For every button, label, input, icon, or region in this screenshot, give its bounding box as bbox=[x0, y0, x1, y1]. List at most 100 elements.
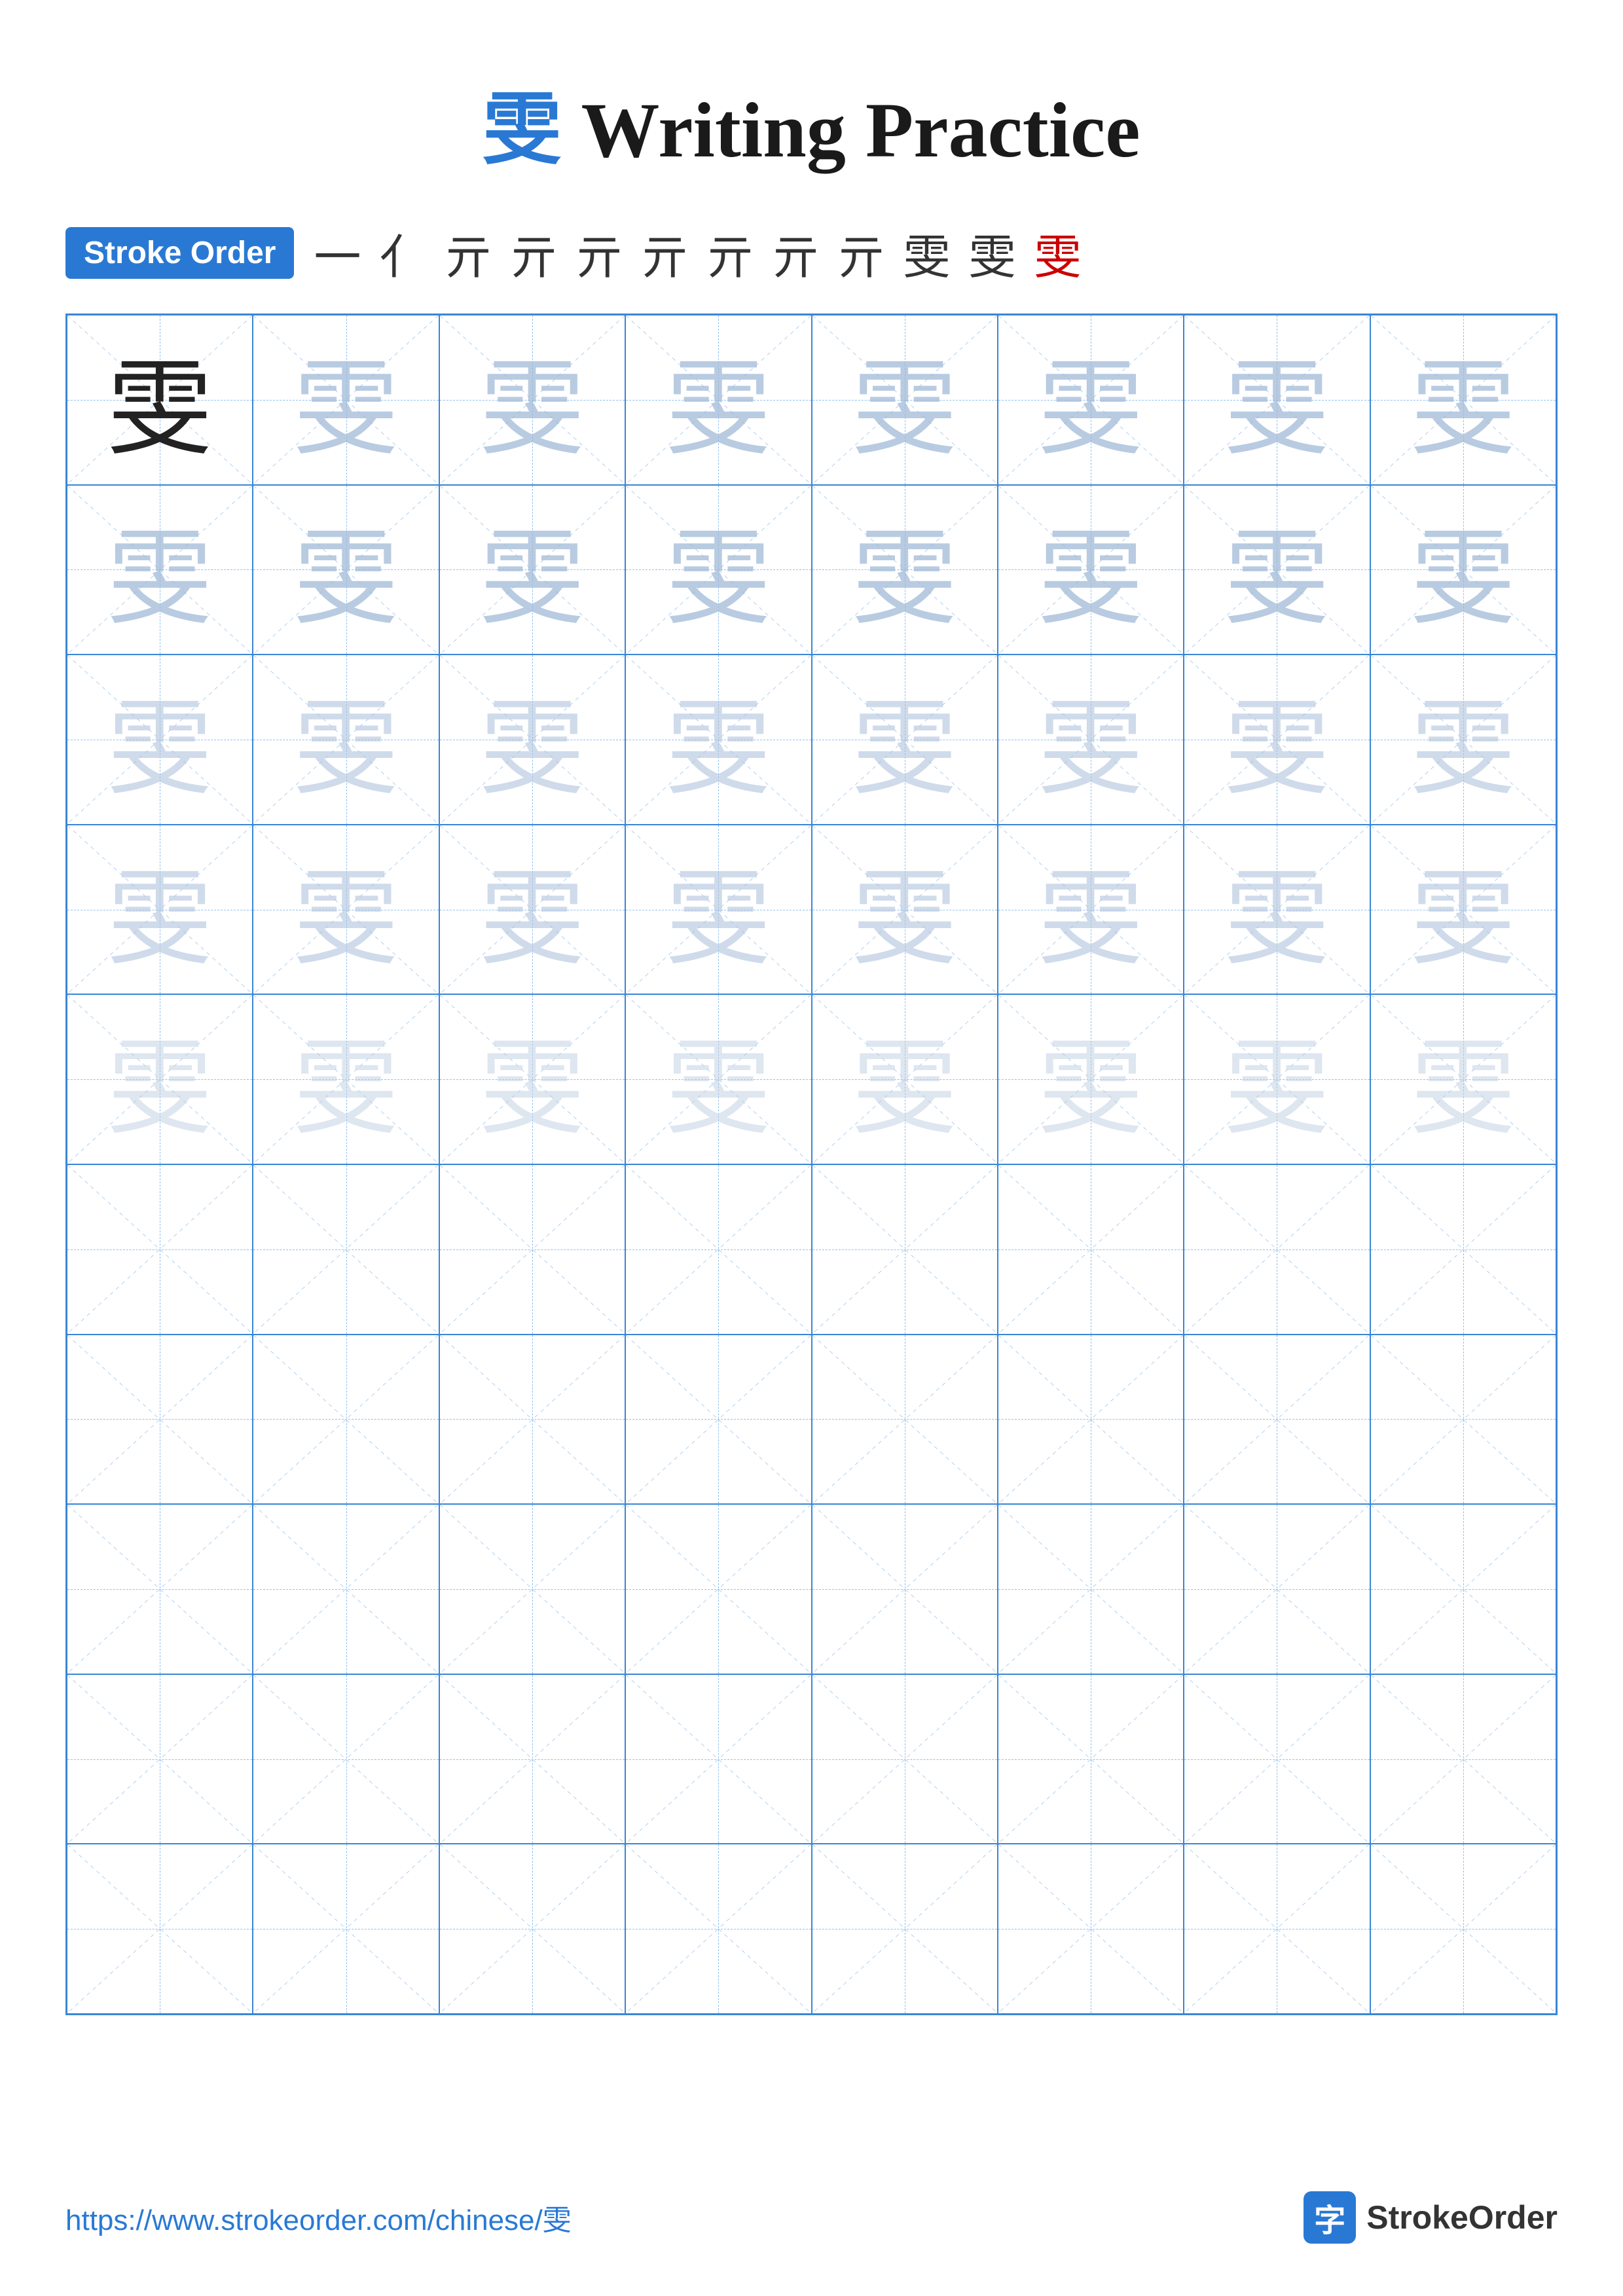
grid-cell[interactable] bbox=[1370, 1504, 1556, 1674]
grid-cell[interactable]: 雯 bbox=[439, 994, 625, 1164]
grid-cell[interactable] bbox=[625, 1674, 811, 1844]
grid-cell[interactable]: 雯 bbox=[439, 655, 625, 825]
grid-cell[interactable] bbox=[67, 1164, 253, 1335]
grid-cell[interactable] bbox=[1184, 1674, 1370, 1844]
grid-cell[interactable] bbox=[253, 1335, 439, 1505]
grid-cell[interactable]: 雯 bbox=[998, 994, 1184, 1164]
guide-vertical bbox=[532, 1675, 533, 1844]
practice-character: 雯 bbox=[480, 493, 585, 645]
practice-character: 雯 bbox=[666, 834, 771, 986]
grid-cell[interactable] bbox=[812, 1674, 998, 1844]
grid-cell[interactable] bbox=[1370, 1164, 1556, 1335]
grid-cell[interactable] bbox=[625, 1844, 811, 2014]
practice-character: 雯 bbox=[1224, 834, 1329, 986]
grid-cell[interactable] bbox=[67, 1674, 253, 1844]
grid-cell[interactable]: 雯 bbox=[253, 825, 439, 995]
grid-cell[interactable]: 雯 bbox=[1370, 485, 1556, 655]
grid-cell[interactable]: 雯 bbox=[998, 825, 1184, 995]
grid-cell[interactable]: 雯 bbox=[1370, 994, 1556, 1164]
grid-cell[interactable] bbox=[625, 1164, 811, 1335]
title-text: Writing Practice bbox=[561, 86, 1140, 173]
grid-cell[interactable] bbox=[998, 1335, 1184, 1505]
grid-cell[interactable] bbox=[1370, 1335, 1556, 1505]
grid-cell[interactable] bbox=[1370, 1674, 1556, 1844]
grid-cell[interactable] bbox=[998, 1504, 1184, 1674]
grid-cell[interactable]: 雯 bbox=[253, 655, 439, 825]
practice-character: 雯 bbox=[107, 324, 212, 476]
grid-cell[interactable]: 雯 bbox=[1370, 315, 1556, 485]
practice-character: 雯 bbox=[1038, 324, 1143, 476]
grid-cell[interactable]: 雯 bbox=[67, 315, 253, 485]
grid-cell[interactable]: 雯 bbox=[67, 485, 253, 655]
grid-cell[interactable] bbox=[812, 1844, 998, 2014]
grid-cell[interactable]: 雯 bbox=[1184, 485, 1370, 655]
grid-cell[interactable]: 雯 bbox=[1184, 315, 1370, 485]
grid-cell[interactable] bbox=[439, 1504, 625, 1674]
stroke-9: 亓 bbox=[838, 219, 892, 287]
grid-cell[interactable]: 雯 bbox=[1370, 825, 1556, 995]
grid-cell[interactable]: 雯 bbox=[812, 315, 998, 485]
grid-cell[interactable]: 雯 bbox=[1370, 655, 1556, 825]
grid-cell[interactable]: 雯 bbox=[439, 825, 625, 995]
guide-vertical bbox=[532, 1844, 533, 2013]
grid-cell[interactable] bbox=[439, 1335, 625, 1505]
grid-cell[interactable]: 雯 bbox=[998, 655, 1184, 825]
grid-cell[interactable]: 雯 bbox=[253, 485, 439, 655]
grid-cell[interactable]: 雯 bbox=[625, 655, 811, 825]
grid-cell[interactable] bbox=[1184, 1164, 1370, 1335]
grid-cell[interactable] bbox=[1370, 1844, 1556, 2014]
grid-cell[interactable] bbox=[998, 1844, 1184, 2014]
grid-cell[interactable] bbox=[67, 1504, 253, 1674]
grid-cell[interactable]: 雯 bbox=[812, 655, 998, 825]
grid-cell[interactable] bbox=[998, 1164, 1184, 1335]
guide-vertical bbox=[718, 1675, 719, 1844]
grid-cell[interactable]: 雯 bbox=[625, 315, 811, 485]
grid-cell[interactable]: 雯 bbox=[625, 825, 811, 995]
grid-cell[interactable]: 雯 bbox=[253, 315, 439, 485]
grid-cell[interactable] bbox=[67, 1844, 253, 2014]
grid-cell[interactable] bbox=[1184, 1335, 1370, 1505]
grid-cell[interactable]: 雯 bbox=[253, 994, 439, 1164]
grid-cell[interactable]: 雯 bbox=[812, 994, 998, 1164]
grid-cell[interactable] bbox=[253, 1674, 439, 1844]
grid-cell[interactable]: 雯 bbox=[625, 485, 811, 655]
grid-cell[interactable]: 雯 bbox=[67, 655, 253, 825]
grid-cell[interactable]: 雯 bbox=[998, 485, 1184, 655]
grid-cell[interactable] bbox=[625, 1504, 811, 1674]
practice-grid: 雯雯雯雯雯雯雯雯雯雯雯雯雯雯雯雯雯雯雯雯雯雯雯雯雯雯雯雯雯雯雯雯雯雯雯雯雯雯雯雯 bbox=[65, 314, 1558, 2015]
stroke-order-chars: 一 亻 亓 亓 亓 亓 亓 亓 亓 雯 雯 雯 bbox=[314, 219, 1087, 287]
grid-cell[interactable] bbox=[253, 1504, 439, 1674]
grid-cell[interactable] bbox=[253, 1844, 439, 2014]
grid-cell[interactable] bbox=[439, 1674, 625, 1844]
stroke-6: 亓 bbox=[642, 219, 695, 287]
grid-cell[interactable] bbox=[253, 1164, 439, 1335]
grid-cell[interactable] bbox=[439, 1164, 625, 1335]
grid-cell[interactable] bbox=[812, 1504, 998, 1674]
grid-cell[interactable]: 雯 bbox=[67, 825, 253, 995]
grid-cell[interactable]: 雯 bbox=[812, 825, 998, 995]
grid-cell[interactable]: 雯 bbox=[1184, 825, 1370, 995]
grid-cell[interactable] bbox=[998, 1674, 1184, 1844]
guide-vertical bbox=[718, 1165, 719, 1334]
grid-cell[interactable] bbox=[812, 1164, 998, 1335]
grid-cell[interactable]: 雯 bbox=[1184, 655, 1370, 825]
grid-cell[interactable]: 雯 bbox=[998, 315, 1184, 485]
grid-cell[interactable] bbox=[812, 1335, 998, 1505]
grid-cell[interactable] bbox=[1184, 1504, 1370, 1674]
grid-cell[interactable] bbox=[1184, 1844, 1370, 2014]
grid-cell[interactable]: 雯 bbox=[1184, 994, 1370, 1164]
grid-cell[interactable] bbox=[439, 1844, 625, 2014]
brand-container: 字 StrokeOrder bbox=[1304, 2191, 1558, 2244]
grid-cell[interactable]: 雯 bbox=[439, 315, 625, 485]
grid-cell[interactable]: 雯 bbox=[67, 994, 253, 1164]
grid-cell[interactable] bbox=[625, 1335, 811, 1505]
grid-cell[interactable]: 雯 bbox=[439, 485, 625, 655]
practice-character: 雯 bbox=[1411, 493, 1516, 645]
practice-character: 雯 bbox=[294, 834, 399, 986]
grid-cell[interactable]: 雯 bbox=[812, 485, 998, 655]
grid-cell[interactable] bbox=[67, 1335, 253, 1505]
practice-character: 雯 bbox=[852, 1003, 957, 1155]
practice-character: 雯 bbox=[1038, 664, 1143, 816]
grid-cell[interactable]: 雯 bbox=[625, 994, 811, 1164]
footer-url[interactable]: https://www.strokeorder.com/chinese/雯 bbox=[65, 2197, 572, 2238]
